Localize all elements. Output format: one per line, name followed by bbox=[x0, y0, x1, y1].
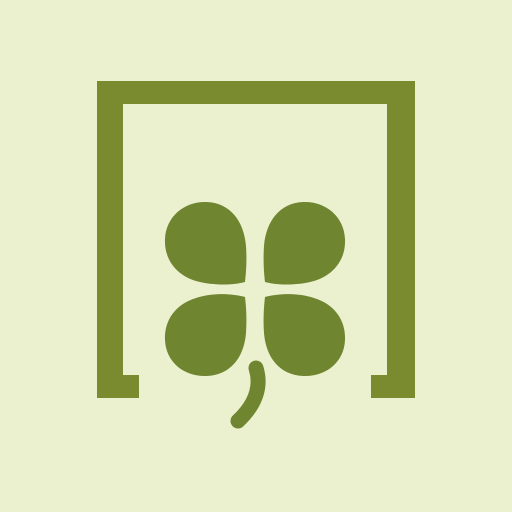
app-icon-canvas bbox=[0, 0, 512, 512]
clover-leaf-bottom-right bbox=[263, 294, 346, 377]
bracket-frame-icon bbox=[97, 81, 415, 398]
four-leaf-clover-icon bbox=[164, 201, 346, 377]
clover-stem bbox=[230, 360, 266, 429]
clover-leaf-top-left bbox=[164, 201, 247, 285]
clover-logo bbox=[97, 81, 415, 429]
clover-leaf-bottom-left bbox=[164, 294, 247, 377]
clover-leaf-top-right bbox=[263, 201, 346, 285]
